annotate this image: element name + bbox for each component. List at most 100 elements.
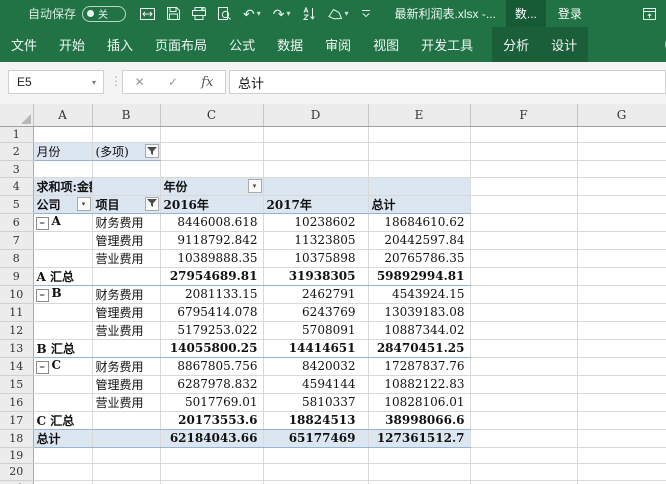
cell-C5[interactable]: 2016年 bbox=[160, 195, 264, 214]
tab-开始[interactable]: 开始 bbox=[48, 27, 96, 62]
cell-E17[interactable]: 38998066.6 bbox=[368, 410, 471, 430]
cell-B11[interactable]: 管理费用 bbox=[92, 303, 161, 322]
cell-E18[interactable]: 127361512.7 bbox=[368, 428, 471, 448]
cell-E3[interactable] bbox=[368, 160, 471, 178]
cell-G5[interactable] bbox=[577, 195, 666, 214]
row-header-17[interactable]: 17 bbox=[0, 411, 34, 430]
cell-F6[interactable] bbox=[470, 213, 578, 232]
print-preview-icon[interactable] bbox=[218, 7, 231, 20]
cell-F19[interactable] bbox=[470, 447, 578, 465]
project-filter-icon[interactable] bbox=[144, 196, 159, 211]
insert-function-icon[interactable]: fx bbox=[201, 75, 213, 90]
cell-D7[interactable]: 11323805 bbox=[263, 231, 369, 250]
row-header-10[interactable]: 10 bbox=[0, 285, 34, 304]
cell-D19[interactable] bbox=[263, 447, 369, 465]
enter-icon[interactable]: ✓ bbox=[168, 75, 178, 89]
cell-D4[interactable] bbox=[263, 177, 369, 196]
cell-A12[interactable] bbox=[33, 321, 93, 340]
tab-视图[interactable]: 视图 bbox=[362, 27, 410, 62]
row-header-11[interactable]: 11 bbox=[0, 303, 34, 322]
cell-A16[interactable] bbox=[33, 393, 93, 412]
cell-A9[interactable]: A 汇总 bbox=[33, 266, 93, 286]
cell-G21[interactable] bbox=[577, 480, 666, 484]
cell-B10[interactable]: 财务费用 bbox=[92, 285, 161, 304]
cell-G10[interactable] bbox=[577, 285, 666, 304]
cell-E21[interactable] bbox=[368, 480, 471, 484]
cell-C16[interactable]: 5017769.01 bbox=[160, 393, 264, 412]
cell-D18[interactable]: 65177469 bbox=[263, 428, 369, 448]
tab-文件[interactable]: 文件 bbox=[0, 27, 48, 62]
row-header-4[interactable]: 4 bbox=[0, 177, 34, 196]
cell-B9[interactable] bbox=[92, 266, 161, 286]
cell-B18[interactable] bbox=[92, 428, 161, 448]
row-header-13[interactable]: 13 bbox=[0, 339, 34, 358]
cell-B4[interactable] bbox=[92, 177, 161, 196]
cell-A21[interactable] bbox=[33, 480, 93, 484]
cell-C10[interactable]: 2081133.15 bbox=[160, 285, 264, 304]
cell-B8[interactable]: 营业费用 bbox=[92, 249, 161, 268]
cell-D20[interactable] bbox=[263, 463, 369, 481]
cell-F21[interactable] bbox=[470, 480, 578, 484]
cell-D6[interactable]: 10238602 bbox=[263, 213, 369, 232]
cell-G14[interactable] bbox=[577, 357, 666, 376]
cell-F12[interactable] bbox=[470, 321, 578, 340]
col-header-A[interactable]: A bbox=[33, 104, 93, 127]
cell-A1[interactable] bbox=[33, 126, 93, 144]
cell-F3[interactable] bbox=[470, 160, 578, 178]
cell-G15[interactable] bbox=[577, 375, 666, 394]
cell-C18[interactable]: 62184043.66 bbox=[160, 428, 264, 448]
row-header-3[interactable]: 3 bbox=[0, 160, 34, 178]
cell-G4[interactable] bbox=[577, 177, 666, 196]
cell-B6[interactable]: 财务费用 bbox=[92, 213, 161, 232]
cell-G18[interactable] bbox=[577, 429, 666, 448]
tab-分析[interactable]: 分析 bbox=[492, 27, 541, 62]
cell-E7[interactable]: 20442597.84 bbox=[368, 231, 471, 250]
cell-E19[interactable] bbox=[368, 447, 471, 465]
row-header-20[interactable]: 20 bbox=[0, 463, 34, 481]
name-box-dropdown-icon[interactable]: ▾ bbox=[85, 78, 103, 87]
cell-F5[interactable] bbox=[470, 195, 578, 214]
cell-D5[interactable]: 2017年 bbox=[263, 195, 369, 214]
cell-F20[interactable] bbox=[470, 463, 578, 481]
cell-A17[interactable]: C 汇总 bbox=[33, 410, 93, 430]
cell-D16[interactable]: 5810337 bbox=[263, 393, 369, 412]
print-icon[interactable] bbox=[192, 7, 207, 20]
cell-A13[interactable]: B 汇总 bbox=[33, 338, 93, 358]
customize-qat-icon[interactable] bbox=[361, 9, 371, 18]
cell-C4[interactable]: 年份 ▾ bbox=[160, 177, 264, 196]
cell-G8[interactable] bbox=[577, 249, 666, 268]
cell-B21[interactable] bbox=[92, 480, 161, 484]
cell-E10[interactable]: 4543924.15 bbox=[368, 285, 471, 304]
col-header-E[interactable]: E bbox=[368, 104, 471, 127]
row-header-1[interactable]: 1 bbox=[0, 126, 34, 144]
tab-插入[interactable]: 插入 bbox=[96, 27, 144, 62]
cell-C20[interactable] bbox=[160, 463, 264, 481]
row-header-15[interactable]: 15 bbox=[0, 375, 34, 394]
cell-D17[interactable]: 18824513 bbox=[263, 410, 369, 430]
ribbon-display-options-icon[interactable] bbox=[643, 7, 656, 20]
row-header-16[interactable]: 16 bbox=[0, 393, 34, 412]
select-all-corner[interactable] bbox=[0, 104, 34, 127]
cell-F15[interactable] bbox=[470, 375, 578, 394]
cell-G13[interactable] bbox=[577, 339, 666, 358]
tab-开发工具[interactable]: 开发工具 bbox=[410, 27, 484, 62]
collapse-group-C-icon[interactable]: − bbox=[35, 361, 49, 375]
cell-E16[interactable]: 10828106.01 bbox=[368, 393, 471, 412]
cell-E1[interactable] bbox=[368, 126, 471, 144]
cell-B3[interactable] bbox=[92, 160, 161, 178]
cell-B7[interactable]: 管理费用 bbox=[92, 231, 161, 250]
cell-B19[interactable] bbox=[92, 447, 161, 465]
cell-B14[interactable]: 财务费用 bbox=[92, 357, 161, 376]
cell-A7[interactable] bbox=[33, 231, 93, 250]
cell-A11[interactable] bbox=[33, 303, 93, 322]
cell-B20[interactable] bbox=[92, 463, 161, 481]
cell-F4[interactable] bbox=[470, 177, 578, 196]
cell-F9[interactable] bbox=[470, 267, 578, 286]
cell-D12[interactable]: 5708091 bbox=[263, 321, 369, 340]
cell-E12[interactable]: 10887344.02 bbox=[368, 321, 471, 340]
cell-B12[interactable]: 营业费用 bbox=[92, 321, 161, 340]
cell-C3[interactable] bbox=[160, 160, 264, 178]
month-filter-icon[interactable] bbox=[144, 144, 159, 159]
autosave-toggle[interactable]: 自动保存 关 bbox=[28, 5, 127, 22]
shapes-icon[interactable]: ▾ bbox=[327, 8, 349, 20]
